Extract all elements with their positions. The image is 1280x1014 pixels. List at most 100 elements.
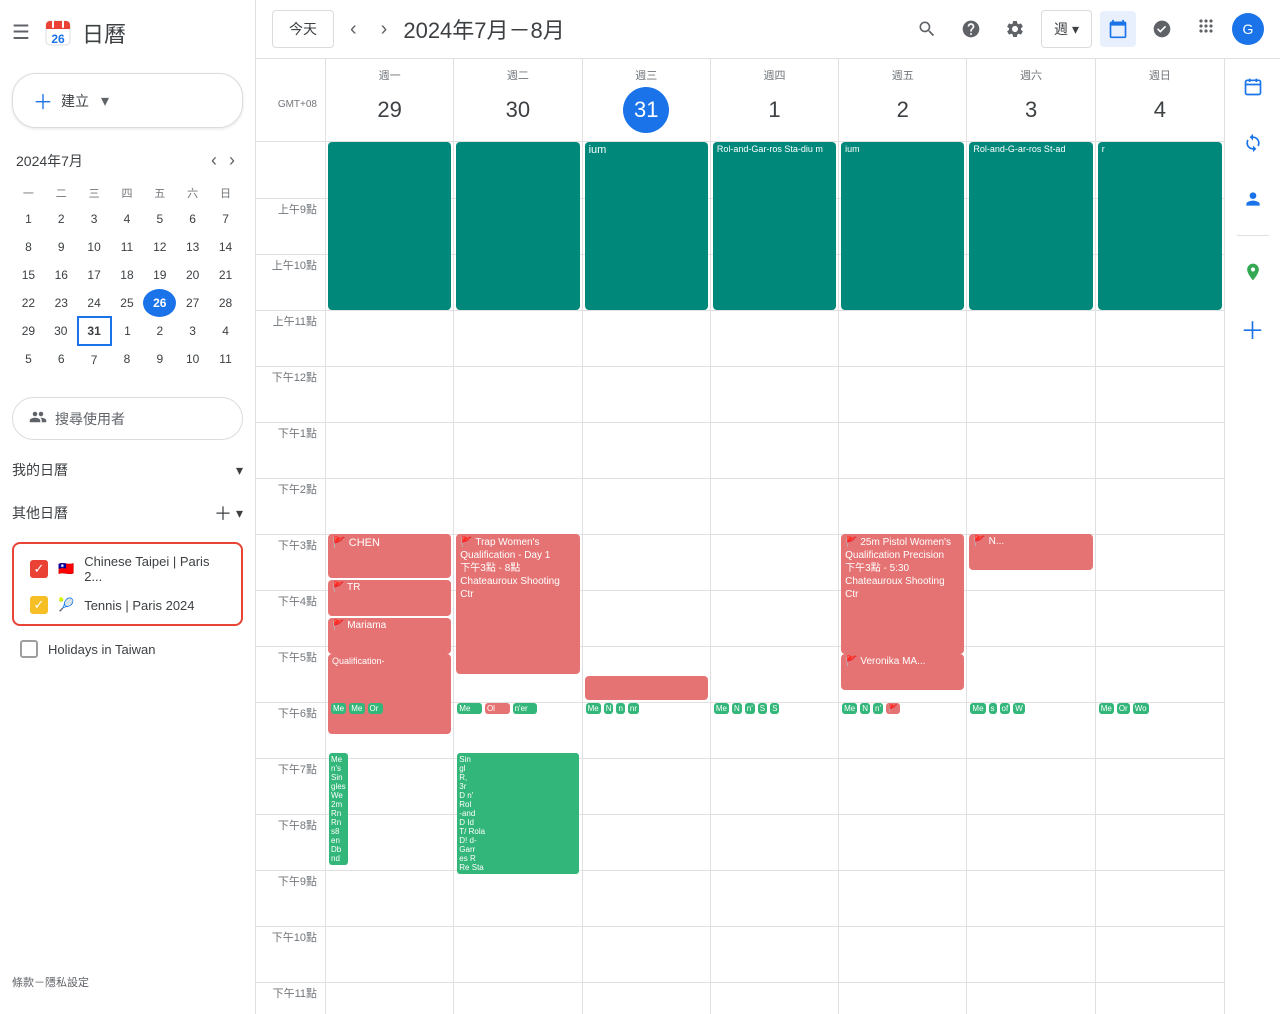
mini-cal-day[interactable]: 3: [176, 317, 209, 345]
user-avatar[interactable]: G: [1232, 13, 1264, 45]
tennis-event-2-4[interactable]: 🚩: [886, 703, 900, 714]
event-trap-30[interactable]: 🚩 Trap Women's Qualification - Day 1下午3點…: [456, 534, 579, 674]
create-button[interactable]: ＋ 建立 ▾: [12, 73, 243, 128]
tennis-event-2-3[interactable]: n': [873, 703, 883, 714]
tennis-event-3-3[interactable]: of: [1000, 703, 1011, 714]
right-panel-user-icon[interactable]: [1233, 179, 1273, 219]
mini-cal-day[interactable]: 2: [143, 317, 176, 345]
mini-cal-day[interactable]: 4: [209, 317, 242, 345]
mini-cal-day[interactable]: 2: [45, 205, 78, 233]
settings-button[interactable]: [997, 11, 1033, 47]
calendar-item-tennis[interactable]: ✓ 🎾 Tennis | Paris 2024: [22, 590, 233, 620]
event-teal-2[interactable]: ium: [841, 142, 964, 310]
mini-cal-day[interactable]: 16: [45, 261, 78, 289]
my-calendar-header[interactable]: 我的日曆 ▾: [12, 456, 243, 484]
mini-cal-day[interactable]: 22: [12, 289, 45, 317]
event-pistol-2[interactable]: 🚩 25m Pistol Women's Qualification Preci…: [841, 534, 964, 654]
calendar-checkbox-chinese-taipei[interactable]: ✓: [30, 560, 48, 578]
event-teal-3[interactable]: Rol-and-G-ar-ros St-ad: [969, 142, 1092, 310]
mini-cal-day[interactable]: 7: [78, 345, 111, 373]
mini-cal-day[interactable]: 14: [209, 233, 242, 261]
event-teal-30[interactable]: [456, 142, 579, 310]
hamburger-menu-icon[interactable]: ☰: [8, 16, 34, 49]
tennis-event-3-1[interactable]: Me: [970, 703, 985, 714]
mini-cal-day[interactable]: 5: [12, 345, 45, 373]
mini-cal-day[interactable]: 17: [78, 261, 111, 289]
mini-cal-day[interactable]: 6: [45, 345, 78, 373]
tennis-event-29-2[interactable]: Me: [349, 703, 364, 714]
tennis-event-1-1[interactable]: Me: [714, 703, 729, 714]
day-num-31[interactable]: 31: [623, 87, 669, 133]
day-num-1[interactable]: 1: [751, 87, 797, 133]
event-teal-1[interactable]: Rol-and-Gar-ros Sta-diu m: [713, 142, 836, 310]
tennis-event-1-5[interactable]: S: [770, 703, 779, 714]
calendar-item-chinese-taipei[interactable]: ✓ 🇹🇼 Chinese Taipei | Paris 2...: [22, 548, 233, 590]
tennis-event-2-1[interactable]: Me: [842, 703, 857, 714]
tennis-event-30-1[interactable]: Me: [457, 703, 482, 714]
mini-cal-day[interactable]: 20: [176, 261, 209, 289]
mini-cal-day[interactable]: 31: [78, 317, 111, 345]
right-panel-maps-icon[interactable]: [1233, 252, 1273, 292]
tennis-event-31-1[interactable]: Me: [586, 703, 601, 714]
today-button[interactable]: 今天: [272, 10, 334, 48]
tennis-event-2-2[interactable]: N: [860, 703, 870, 714]
right-panel-calendar-icon[interactable]: [1233, 67, 1273, 107]
mini-cal-day[interactable]: 28: [209, 289, 242, 317]
mini-cal-day[interactable]: 6: [176, 205, 209, 233]
event-teal-4[interactable]: r: [1098, 142, 1222, 310]
day-num-29[interactable]: 29: [367, 87, 413, 133]
mini-cal-day[interactable]: 1: [111, 317, 144, 345]
day-num-4[interactable]: 4: [1137, 87, 1183, 133]
tennis-event-31-4[interactable]: nr: [628, 703, 639, 714]
day-num-3[interactable]: 3: [1008, 87, 1054, 133]
tennis-event-30-2[interactable]: Ol: [485, 703, 510, 714]
mini-cal-day[interactable]: 10: [78, 233, 111, 261]
event-chen-29[interactable]: 🚩 CHEN: [328, 534, 451, 578]
mini-cal-day[interactable]: 13: [176, 233, 209, 261]
day-num-2[interactable]: 2: [880, 87, 926, 133]
calendar-checkbox-tennis[interactable]: ✓: [30, 596, 48, 614]
mini-cal-day[interactable]: 24: [78, 289, 111, 317]
event-n-3[interactable]: 🚩 N...: [969, 534, 1092, 570]
mini-cal-day[interactable]: 7: [209, 205, 242, 233]
mini-cal-day[interactable]: 11: [209, 345, 242, 373]
tennis-event-31-3[interactable]: n: [616, 703, 624, 714]
mini-cal-day[interactable]: 10: [176, 345, 209, 373]
mini-cal-day[interactable]: 12: [143, 233, 176, 261]
tennis-event-29-3[interactable]: Or: [368, 703, 383, 714]
day-num-30[interactable]: 30: [495, 87, 541, 133]
tennis-event-1-4[interactable]: S: [758, 703, 767, 714]
tennis-event-29-1[interactable]: Me: [331, 703, 346, 714]
mini-cal-day[interactable]: 4: [111, 205, 144, 233]
mini-cal-day[interactable]: 26: [143, 289, 176, 317]
mini-cal-day[interactable]: 5: [143, 205, 176, 233]
mini-cal-day[interactable]: 9: [45, 233, 78, 261]
calendar-item-holidays[interactable]: Holidays in Taiwan: [12, 634, 243, 664]
mini-cal-day[interactable]: 19: [143, 261, 176, 289]
tennis-event-1-3[interactable]: n': [745, 703, 755, 714]
tennis-event-30-3[interactable]: n'er: [513, 703, 538, 714]
calendar-scroll-area[interactable]: 上午9點 上午10點 上午11點 下午12點 下午1點 下午2點 下午3點 下午…: [256, 142, 1224, 1014]
calendar-checkbox-holidays[interactable]: [20, 640, 38, 658]
other-calendar-add-icon[interactable]: ＋: [214, 500, 232, 526]
prev-week-button[interactable]: ‹: [342, 12, 365, 47]
mini-cal-day[interactable]: 9: [143, 345, 176, 373]
mini-cal-day[interactable]: 11: [111, 233, 144, 261]
next-week-button[interactable]: ›: [373, 12, 396, 47]
tennis-detail-29[interactable]: Men'sSinglesWe2mRnRns8enDbnd: [329, 753, 348, 865]
search-button[interactable]: [909, 11, 945, 47]
help-button[interactable]: [953, 11, 989, 47]
calendar-view-button[interactable]: [1100, 11, 1136, 47]
mini-cal-day[interactable]: 8: [111, 345, 144, 373]
tennis-detail-30[interactable]: SinglR,3rD n'Rol-andD IdT/ RolaD! d-Garr…: [456, 752, 579, 875]
tennis-event-4-2[interactable]: Or: [1117, 703, 1130, 714]
mini-cal-day[interactable]: 3: [78, 205, 111, 233]
mini-cal-day[interactable]: 15: [12, 261, 45, 289]
event-mariama-29[interactable]: 🚩 Mariama: [328, 618, 451, 654]
event-teal-29[interactable]: [328, 142, 451, 310]
event-qual-29[interactable]: Qua­lific­atio­n-: [328, 654, 451, 734]
tennis-event-31-2[interactable]: N: [604, 703, 614, 714]
event-small-31[interactable]: [585, 676, 708, 700]
mini-cal-next-button[interactable]: ›: [225, 148, 239, 173]
tasks-view-button[interactable]: [1144, 11, 1180, 47]
